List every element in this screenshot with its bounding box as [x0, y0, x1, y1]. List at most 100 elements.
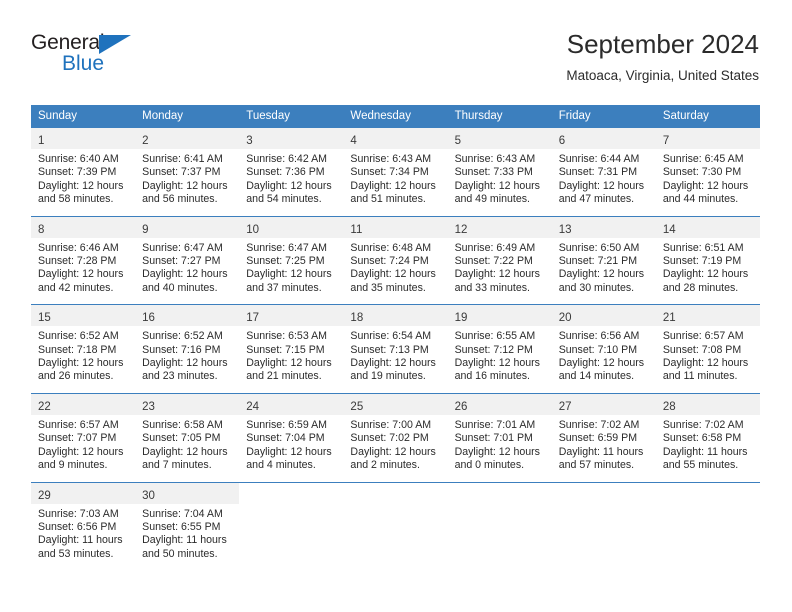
- day-detail-line: Daylight: 12 hours: [142, 357, 228, 370]
- day-detail-line: and 11 minutes.: [662, 370, 738, 383]
- calendar-day-cell[interactable]: 14 Sunrise: 6:51 AM Sunset: 7:19 PM Dayligh…: [655, 216, 760, 305]
- calendar-day-cell[interactable]: 7 Sunrise: 6:45 AM Sunset: 7:30 PM Daylight…: [655, 128, 760, 216]
- day-detail-line: Daylight: 12 hours: [350, 268, 436, 281]
- day-number: 8: [38, 223, 45, 236]
- calendar-day-cell[interactable]: 13 Sunrise: 6:50 AM Sunset: 7:21 PM Dayligh…: [551, 216, 656, 305]
- day-detail-line: and 54 minutes.: [246, 193, 322, 206]
- day-number-band: 9: [135, 216, 240, 238]
- day-detail-line: Sunrise: 6:54 AM: [350, 330, 432, 343]
- calendar-week-row: 15 Sunrise: 6:52 AM Sunset: 7:18 PM Dayligh…: [31, 304, 760, 393]
- calendar-day-cell[interactable]: 4 Sunrise: 6:43 AM Sunset: 7:34 PM Daylight…: [343, 128, 448, 216]
- day-detail-line: Daylight: 12 hours: [662, 179, 749, 192]
- day-number-band: [448, 483, 552, 504]
- day-number: 21: [662, 312, 676, 325]
- calendar-day-cell[interactable]: 29 Sunrise: 7:03 AM Sunset: 6:56 PM Dayligh…: [31, 482, 136, 571]
- calendar-day-cell[interactable]: 16 Sunrise: 6:52 AM Sunset: 7:16 PM Dayligh…: [135, 305, 240, 393]
- day-detail-line: and 49 minutes.: [454, 193, 530, 206]
- day-detail-line: Sunrise: 7:03 AM: [38, 507, 119, 520]
- calendar-day-cell[interactable]: 22 Sunrise: 6:57 AM Sunset: 7:07 PM Dayligh…: [31, 393, 136, 482]
- calendar-day-cell[interactable]: 27 Sunrise: 7:02 AM Sunset: 6:59 PM Dayligh…: [551, 393, 656, 482]
- day-detail-line: Sunrise: 6:59 AM: [246, 418, 327, 431]
- day-number-band: [343, 483, 447, 504]
- calendar-day-cell[interactable]: 2 Sunrise: 6:41 AM Sunset: 7:37 PM Daylight…: [135, 128, 240, 216]
- calendar-day-cell[interactable]: 18 Sunrise: 6:54 AM Sunset: 7:13 PM Dayligh…: [343, 305, 448, 393]
- day-detail-line: Sunset: 7:01 PM: [454, 432, 533, 445]
- day-detail-line: Daylight: 12 hours: [662, 357, 749, 370]
- weekday-header-saturday: Saturday: [662, 110, 709, 122]
- day-number: 9: [142, 223, 149, 236]
- calendar-day-cell[interactable]: 19 Sunrise: 6:55 AM Sunset: 7:12 PM Dayligh…: [447, 305, 552, 393]
- day-number-band: 1: [31, 128, 136, 149]
- day-detail-line: Sunrise: 6:57 AM: [662, 330, 744, 343]
- day-detail-lines: Sunrise: 6:49 AM Sunset: 7:22 PM Daylight:…: [448, 238, 552, 296]
- day-detail-lines: Sunrise: 6:44 AM Sunset: 7:31 PM Daylight:…: [552, 149, 656, 207]
- day-number: 24: [246, 400, 260, 413]
- day-detail-line: Daylight: 12 hours: [246, 179, 332, 192]
- day-detail-line: and 47 minutes.: [558, 193, 635, 206]
- calendar-day-cell[interactable]: 25 Sunrise: 7:00 AM Sunset: 7:02 PM Dayligh…: [343, 393, 448, 482]
- day-number: 16: [142, 312, 155, 325]
- day-number: 12: [454, 223, 468, 236]
- calendar-day-cell[interactable]: 6 Sunrise: 6:44 AM Sunset: 7:31 PM Daylight…: [551, 128, 656, 216]
- calendar-day-cell[interactable]: 24 Sunrise: 6:59 AM Sunset: 7:04 PM Dayligh…: [239, 393, 344, 482]
- calendar-day-cell[interactable]: 1 Sunrise: 6:40 AM Sunset: 7:39 PM Daylight…: [31, 128, 136, 216]
- calendar-day-cell[interactable]: 28 Sunrise: 7:02 AM Sunset: 6:58 PM Dayligh…: [655, 393, 760, 482]
- day-number-band: 3: [239, 128, 344, 149]
- general-blue-logo[interactable]: General Blue: [31, 32, 151, 80]
- day-number: 5: [454, 135, 461, 147]
- calendar-day-cell[interactable]: 10 Sunrise: 6:47 AM Sunset: 7:25 PM Dayligh…: [239, 216, 344, 305]
- day-detail-line: and 14 minutes.: [558, 370, 635, 383]
- day-detail-line: Sunrise: 6:44 AM: [558, 153, 640, 165]
- day-detail-lines: Sunrise: 6:57 AM Sunset: 7:07 PM Daylight:…: [31, 415, 135, 473]
- day-number-band: 7: [655, 128, 760, 149]
- day-detail-line: Sunset: 7:12 PM: [454, 343, 533, 356]
- calendar-day-cell[interactable]: 20 Sunrise: 6:56 AM Sunset: 7:10 PM Dayligh…: [551, 305, 656, 393]
- day-detail-line: and 16 minutes.: [454, 370, 530, 383]
- calendar-day-cell[interactable]: 17 Sunrise: 6:53 AM Sunset: 7:15 PM Dayligh…: [239, 305, 344, 393]
- day-detail-line: Sunrise: 6:40 AM: [38, 153, 119, 165]
- day-number-band: 15: [31, 305, 136, 327]
- calendar-day-cell[interactable]: 15 Sunrise: 6:52 AM Sunset: 7:18 PM Dayligh…: [31, 305, 136, 393]
- day-detail-line: Daylight: 12 hours: [350, 445, 436, 458]
- day-detail-line: Daylight: 12 hours: [454, 357, 540, 370]
- day-detail-line: and 50 minutes.: [142, 547, 218, 560]
- day-detail-line: Sunset: 6:55 PM: [142, 520, 221, 533]
- day-detail-line: Sunset: 7:19 PM: [662, 255, 742, 268]
- day-detail-line: Sunrise: 6:52 AM: [38, 330, 119, 343]
- day-detail-lines: Sunrise: 6:58 AM Sunset: 7:05 PM Daylight:…: [135, 415, 239, 473]
- day-detail-line: and 51 minutes.: [350, 193, 426, 206]
- calendar-day-cell[interactable]: 26 Sunrise: 7:01 AM Sunset: 7:01 PM Dayligh…: [447, 393, 552, 482]
- calendar-day-cell[interactable]: 3 Sunrise: 6:42 AM Sunset: 7:36 PM Daylight…: [239, 128, 344, 216]
- calendar-day-cell[interactable]: 23 Sunrise: 6:58 AM Sunset: 7:05 PM Dayligh…: [135, 393, 240, 482]
- day-detail-line: Daylight: 12 hours: [246, 357, 332, 370]
- day-detail-line: and 33 minutes.: [454, 281, 530, 294]
- day-detail-line: Daylight: 12 hours: [246, 268, 332, 281]
- calendar-day-cell[interactable]: 21 Sunrise: 6:57 AM Sunset: 7:08 PM Dayligh…: [655, 305, 760, 393]
- calendar-day-cell[interactable]: 11 Sunrise: 6:48 AM Sunset: 7:24 PM Dayligh…: [343, 216, 448, 305]
- day-detail-line: Daylight: 12 hours: [246, 445, 332, 458]
- day-detail-lines: Sunrise: 6:45 AM Sunset: 7:30 PM Daylight:…: [656, 149, 760, 207]
- day-detail-lines: Sunrise: 6:52 AM Sunset: 7:16 PM Daylight:…: [135, 326, 239, 384]
- calendar-day-cell[interactable]: 30 Sunrise: 7:04 AM Sunset: 6:55 PM Dayligh…: [135, 482, 240, 571]
- day-detail-line: Sunset: 7:16 PM: [142, 343, 221, 356]
- day-detail-lines: Sunrise: 6:53 AM Sunset: 7:15 PM Daylight:…: [239, 326, 343, 384]
- day-detail-line: Sunset: 7:33 PM: [454, 166, 533, 179]
- day-detail-line: and 19 minutes.: [350, 370, 426, 383]
- day-number: 19: [454, 312, 468, 325]
- day-number: 30: [142, 489, 155, 502]
- day-detail-line: and 55 minutes.: [662, 459, 739, 472]
- day-number: 4: [350, 135, 357, 147]
- calendar-day-cell[interactable]: 5 Sunrise: 6:43 AM Sunset: 7:33 PM Daylight…: [447, 128, 552, 216]
- day-detail-lines: Sunrise: 7:02 AM Sunset: 6:58 PM Daylight:…: [656, 415, 760, 473]
- day-detail-line: Sunrise: 6:43 AM: [454, 153, 536, 165]
- day-detail-lines: Sunrise: 7:03 AM Sunset: 6:56 PM Daylight:…: [31, 504, 135, 562]
- day-detail-line: Sunset: 6:59 PM: [558, 432, 638, 445]
- weekday-header-monday: Monday: [142, 110, 184, 122]
- calendar-day-cell[interactable]: 9 Sunrise: 6:47 AM Sunset: 7:27 PM Daylight…: [135, 216, 240, 305]
- calendar-day-cell[interactable]: 12 Sunrise: 6:49 AM Sunset: 7:22 PM Dayligh…: [447, 216, 552, 305]
- day-number-band: [239, 483, 343, 504]
- day-detail-line: Daylight: 12 hours: [38, 268, 124, 281]
- weekday-header-sunday: Sunday: [38, 110, 78, 122]
- calendar-day-cell[interactable]: 8 Sunrise: 6:46 AM Sunset: 7:28 PM Daylight…: [31, 216, 136, 305]
- day-detail-line: and 58 minutes.: [38, 193, 114, 206]
